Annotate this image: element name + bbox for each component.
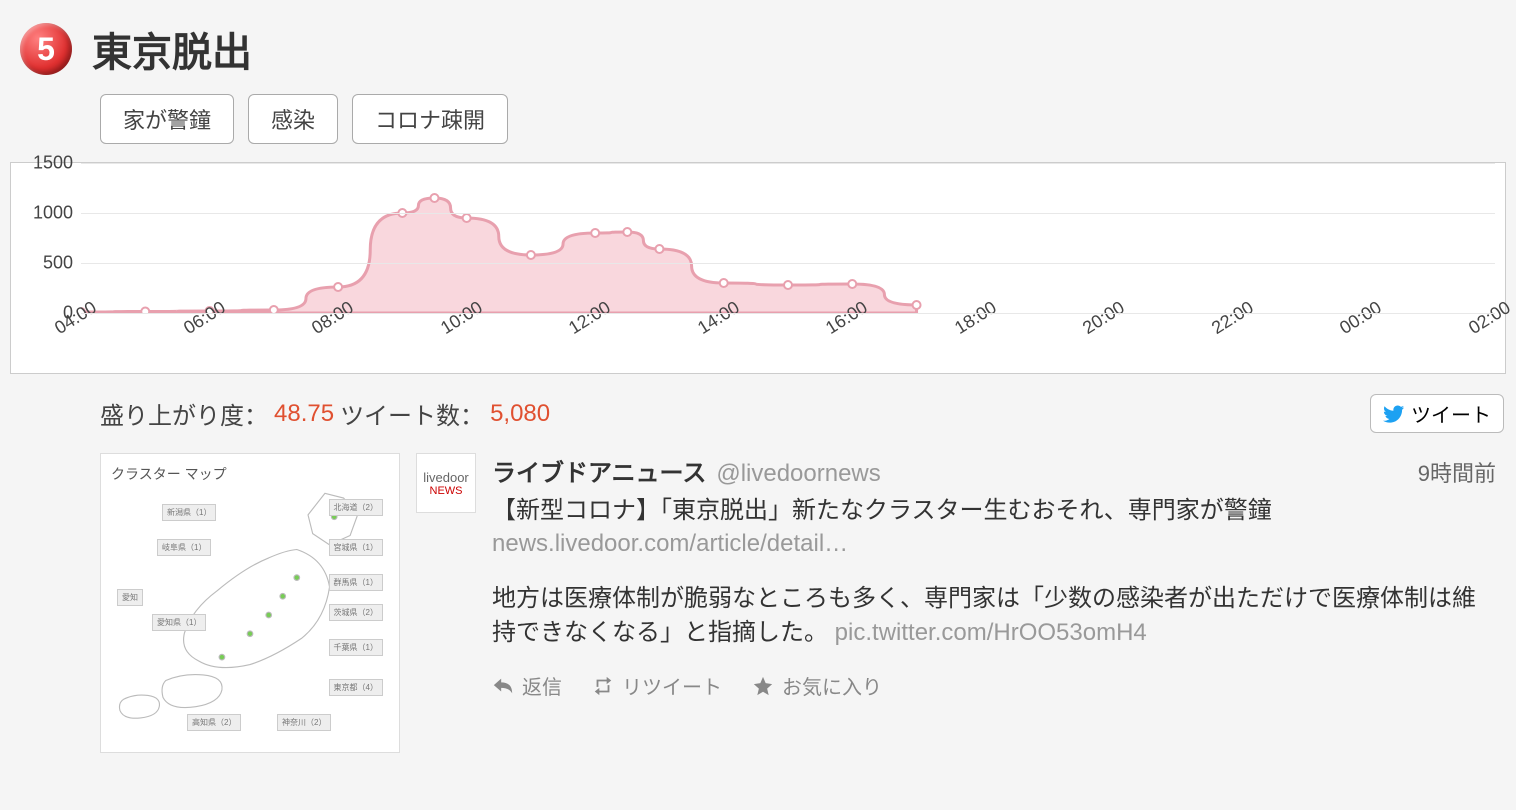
chart-data-point — [655, 245, 663, 253]
buzz-label: 盛り上がり度： — [100, 396, 268, 431]
trend-title[interactable]: 東京脱出 — [92, 20, 252, 78]
tag-item[interactable]: 家が警鐘 — [100, 94, 234, 144]
tweet-thumbnail[interactable]: クラスター マップ 新潟県（1） 岐阜県（1） 愛知 愛知県 — [100, 453, 400, 753]
chart-data-point — [463, 214, 471, 222]
tweet-card: クラスター マップ 新潟県（1） 岐阜県（1） 愛知 愛知県 — [10, 453, 1506, 753]
tweet-media-link[interactable]: pic.twitter.com/HrOO53omH4 — [835, 619, 1147, 646]
thumbnail-title: クラスター マップ — [111, 464, 227, 484]
tag-list: 家が警鐘 感染 コロナ疎開 — [10, 94, 1506, 162]
y-tick-label: 500 — [43, 253, 73, 274]
tweet-url[interactable]: news.livedoor.com/article/detail… — [492, 530, 1496, 558]
trend-chart: 050010001500 04:0006:0008:0010:0012:0014… — [10, 162, 1506, 374]
tweet-avatar[interactable]: livedoor NEWS — [416, 453, 476, 513]
buzz-value: 48.75 — [274, 400, 334, 428]
chart-data-point — [431, 194, 439, 202]
metrics-row: 盛り上がり度： 48.75 ツイート数： 5,080 ツイート — [10, 380, 1506, 453]
avatar-text-1: livedoor — [423, 470, 469, 485]
y-tick-label: 1000 — [33, 203, 73, 224]
tweet-text: 地方は医療体制が脆弱なところも多く、専門家は「少数の感染者が出ただけで医療体制は… — [492, 582, 1496, 652]
avatar-text-2: NEWS — [430, 485, 463, 497]
chart-data-point — [848, 280, 856, 288]
chart-data-point — [784, 281, 792, 289]
tweet-headline: 【新型コロナ】「東京脱出」新たなクラスター生むおそれ、専門家が警鐘 — [492, 494, 1496, 528]
retweet-action[interactable]: リツイート — [592, 671, 722, 700]
tweet-button-label: ツイート — [1411, 399, 1491, 428]
star-icon — [752, 675, 774, 697]
twitter-bird-icon — [1383, 403, 1405, 425]
chart-data-point — [591, 229, 599, 237]
rank-badge: 5 — [20, 23, 72, 75]
chart-area-series — [81, 198, 917, 313]
tweets-label: ツイート数： — [340, 396, 484, 431]
tweet-button[interactable]: ツイート — [1370, 394, 1504, 433]
chart-data-point — [270, 306, 278, 313]
y-tick-label: 1500 — [33, 153, 73, 174]
tweet-author-name[interactable]: ライブドアニュース — [492, 453, 706, 488]
chart-data-point — [527, 251, 535, 259]
chart-data-point — [720, 279, 728, 287]
reply-action[interactable]: 返信 — [492, 671, 562, 700]
favorite-action[interactable]: お気に入り — [752, 671, 882, 700]
chart-data-point — [623, 228, 631, 236]
tag-item[interactable]: 感染 — [248, 94, 338, 144]
reply-icon — [492, 675, 514, 697]
tag-item[interactable]: コロナ疎開 — [352, 94, 508, 144]
chart-data-point — [913, 301, 921, 309]
retweet-icon — [592, 675, 614, 697]
tweet-timestamp: 9時間前 — [1418, 456, 1496, 488]
tweet-author-handle[interactable]: @livedoornews — [716, 460, 880, 488]
tweets-value: 5,080 — [490, 400, 550, 428]
chart-data-point — [334, 283, 342, 291]
